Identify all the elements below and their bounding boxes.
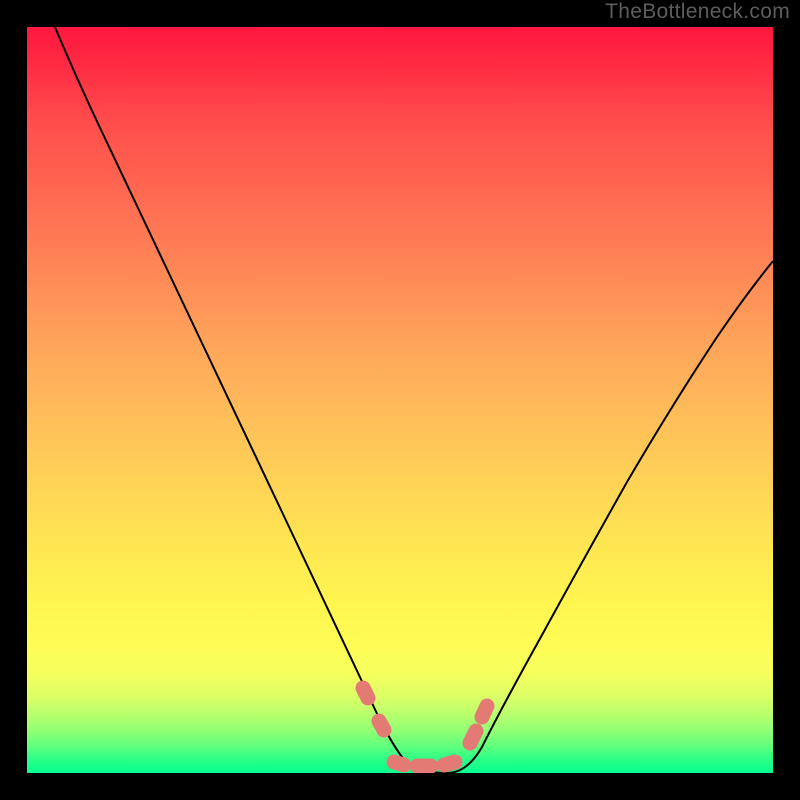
- sweet-spot-highlight: [363, 688, 487, 766]
- bottleneck-curve-svg: [27, 27, 773, 773]
- curve-right-arm: [447, 261, 773, 773]
- chart-stage: TheBottleneck.com: [0, 0, 800, 800]
- plot-area: [27, 27, 773, 773]
- watermark-text: TheBottleneck.com: [605, 0, 790, 24]
- curve-left-arm: [27, 27, 447, 773]
